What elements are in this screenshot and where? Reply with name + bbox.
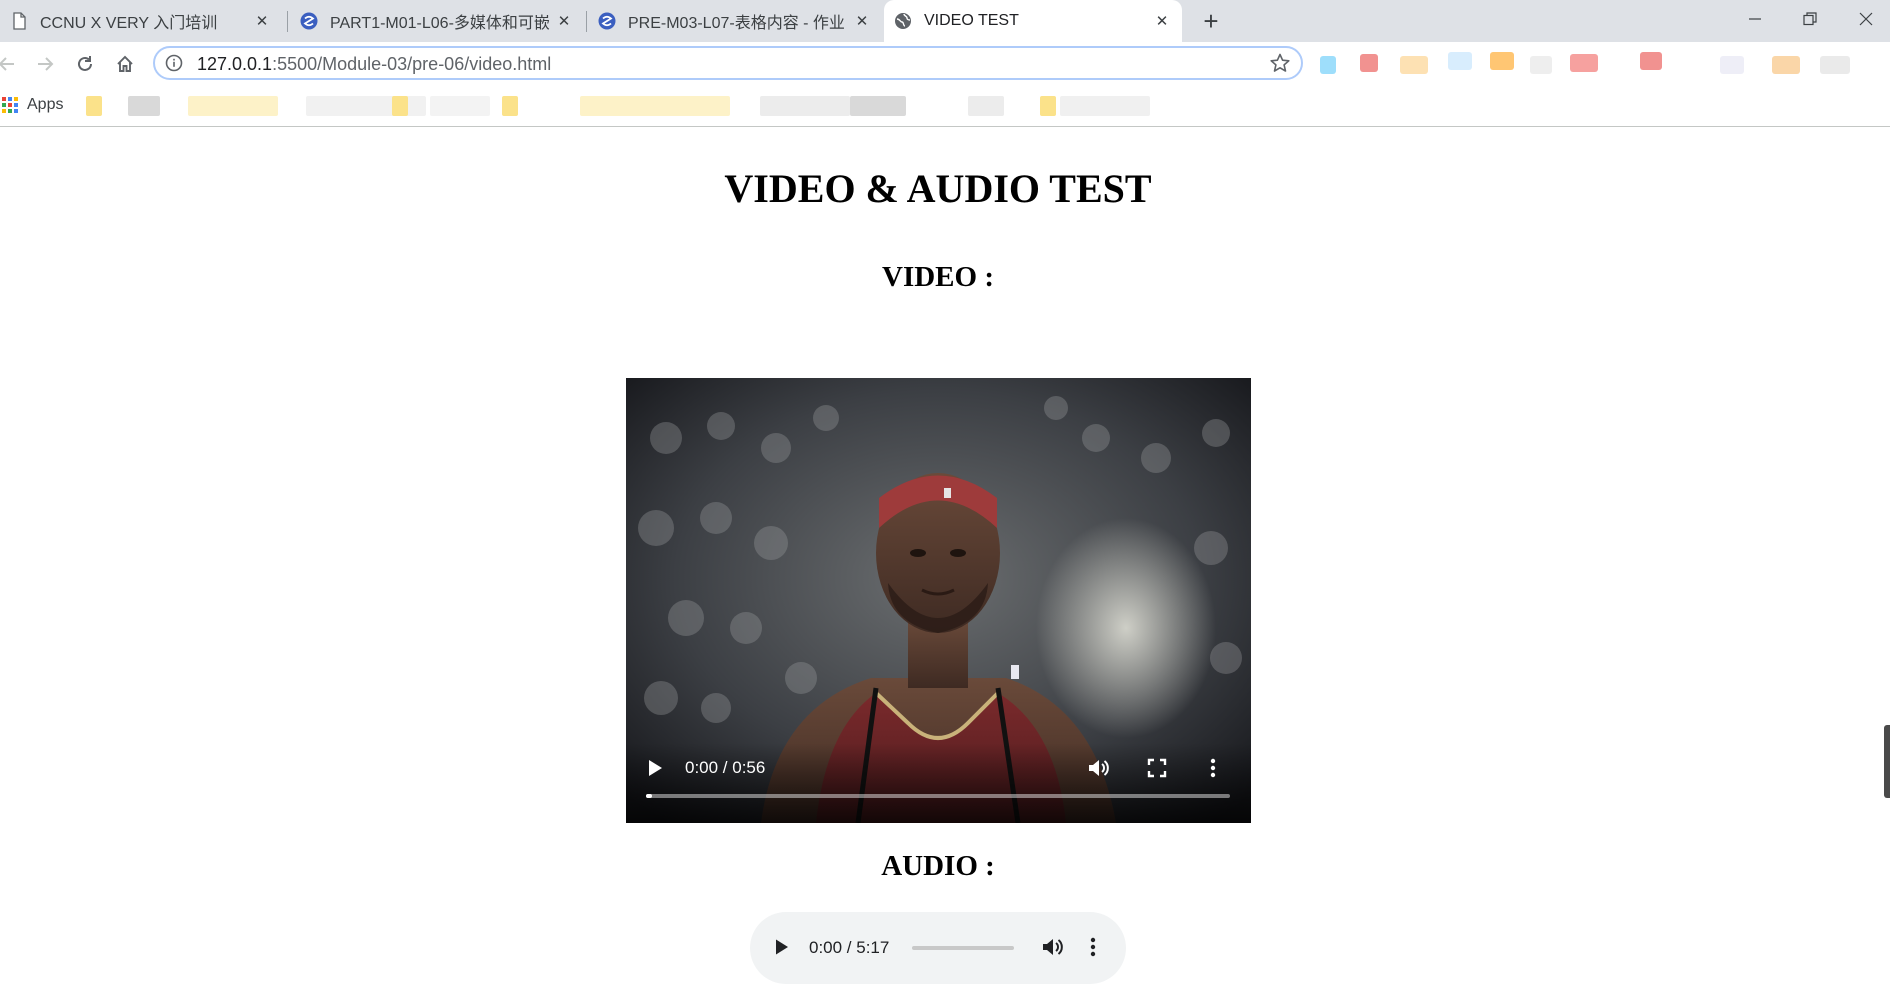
bookmarks-bar: Apps	[0, 86, 1890, 127]
page-content: VIDEO & AUDIO TEST VIDEO : 0:00 / 0:56 A…	[0, 127, 1890, 984]
info-icon[interactable]	[165, 54, 183, 72]
tab-pre-m03[interactable]: PRE-M03-L07-表格内容 - 作业 ✕	[588, 0, 882, 42]
audio-progress-bar[interactable]	[912, 946, 1014, 950]
tab-title: VIDEO TEST	[924, 12, 1019, 29]
extension-icon[interactable]	[1720, 56, 1744, 74]
extension-icon[interactable]	[1820, 56, 1850, 74]
bookmark-item[interactable]	[392, 96, 408, 116]
extension-icon[interactable]	[1530, 56, 1552, 74]
audio-time: 0:00 / 5:17	[809, 938, 890, 957]
apps-shortcut[interactable]: Apps	[2, 96, 63, 114]
address-bar[interactable]: 127.0.0.1:5500/Module-03/pre-06/video.ht…	[153, 46, 1303, 80]
reload-button[interactable]	[70, 49, 100, 79]
video-time: 0:00 / 0:56	[685, 758, 766, 777]
extension-icon[interactable]	[1570, 54, 1598, 72]
extension-icon[interactable]	[1400, 56, 1428, 74]
play-icon[interactable]	[646, 758, 664, 778]
volume-icon[interactable]	[1041, 936, 1065, 958]
tab-title: PRE-M03-L07-表格内容 - 作业	[628, 15, 845, 32]
audio-heading: AUDIO :	[881, 850, 995, 882]
scrollbar-thumb[interactable]	[1884, 725, 1890, 798]
tab-part1[interactable]: PART1-M01-L06-多媒体和可嵌 ✕	[290, 0, 584, 42]
apps-grid-icon	[2, 97, 18, 113]
page-title: VIDEO & AUDIO TEST	[724, 166, 1152, 211]
tab-divider	[287, 11, 288, 32]
bookmark-item[interactable]	[86, 96, 102, 116]
bookmark-item[interactable]	[306, 96, 426, 116]
home-button[interactable]	[110, 49, 140, 79]
close-icon	[1859, 12, 1873, 26]
back-arrow-icon	[0, 57, 14, 71]
bookmark-item[interactable]	[188, 96, 278, 116]
bookmark-item[interactable]	[850, 96, 906, 116]
extension-icon[interactable]	[1772, 56, 1800, 74]
reload-icon	[78, 56, 92, 71]
extension-icon[interactable]	[1320, 56, 1336, 74]
url-host: 127.0.0.1	[197, 54, 273, 74]
close-tab-icon[interactable]: ✕	[852, 11, 872, 31]
window-close-button[interactable]	[1838, 0, 1890, 38]
browser-toolbar: 127.0.0.1:5500/Module-03/pre-06/video.ht…	[0, 42, 1890, 86]
video-player[interactable]: 0:00 / 0:56	[626, 378, 1251, 823]
video-controls: 0:00 / 0:56	[626, 753, 1251, 783]
bookmark-item[interactable]	[580, 96, 730, 116]
minimize-button[interactable]	[1727, 0, 1783, 38]
video-progress-bar[interactable]	[646, 794, 1230, 798]
video-heading: VIDEO :	[882, 261, 994, 293]
extension-icon[interactable]	[1490, 52, 1514, 70]
new-tab-button[interactable]: +	[1200, 6, 1222, 36]
volume-icon[interactable]	[1087, 757, 1111, 779]
extensions-area	[1320, 52, 1890, 80]
close-tab-icon[interactable]: ✕	[252, 11, 272, 31]
bookmark-star-icon[interactable]	[1269, 52, 1291, 74]
extension-icon[interactable]	[1360, 54, 1378, 72]
play-icon[interactable]	[774, 938, 790, 956]
restore-icon	[1803, 12, 1817, 26]
close-tab-icon[interactable]: ✕	[1152, 11, 1172, 31]
more-options-icon[interactable]	[1208, 757, 1218, 779]
bookmark-item[interactable]	[1040, 96, 1056, 116]
forward-button[interactable]	[30, 49, 60, 79]
tab-title: CCNU X VERY 入门培训	[40, 15, 218, 32]
url-path: :5500/Module-03/pre-06/video.html	[272, 54, 552, 74]
url-text[interactable]: 127.0.0.1:5500/Module-03/pre-06/video.ht…	[197, 54, 551, 75]
tab-strip: CCNU X VERY 入门培训 ✕ PART1-M01-L06-多媒体和可嵌 …	[0, 0, 1890, 42]
fullscreen-icon[interactable]	[1147, 758, 1167, 778]
minimize-icon	[1749, 18, 1761, 20]
bookmark-item[interactable]	[760, 96, 850, 116]
audio-player[interactable]: 0:00 / 5:17	[750, 912, 1126, 984]
tab-ccnu[interactable]: CCNU X VERY 入门培训 ✕	[0, 0, 282, 42]
tab-title: PART1-M01-L06-多媒体和可嵌	[330, 15, 550, 32]
site-icon	[300, 12, 318, 30]
apps-label: Apps	[27, 96, 64, 113]
restore-button[interactable]	[1782, 0, 1838, 38]
globe-icon	[895, 13, 911, 29]
extension-icon[interactable]	[1448, 52, 1472, 70]
extension-icon[interactable]	[1640, 52, 1662, 70]
bookmark-item[interactable]	[128, 96, 160, 116]
home-icon	[117, 55, 133, 72]
forward-arrow-icon	[38, 57, 54, 71]
video-progress-fill	[646, 794, 652, 798]
back-button[interactable]	[0, 49, 22, 79]
bookmark-item[interactable]	[1060, 96, 1150, 116]
more-options-icon[interactable]	[1088, 936, 1098, 958]
close-tab-icon[interactable]: ✕	[554, 11, 574, 31]
bookmark-item[interactable]	[502, 96, 518, 116]
bookmark-item[interactable]	[430, 96, 490, 116]
page-icon	[13, 12, 26, 30]
tab-divider	[586, 11, 587, 32]
tab-video-test[interactable]: VIDEO TEST ✕	[884, 0, 1182, 42]
bookmark-item[interactable]	[968, 96, 1004, 116]
site-icon	[598, 12, 616, 30]
